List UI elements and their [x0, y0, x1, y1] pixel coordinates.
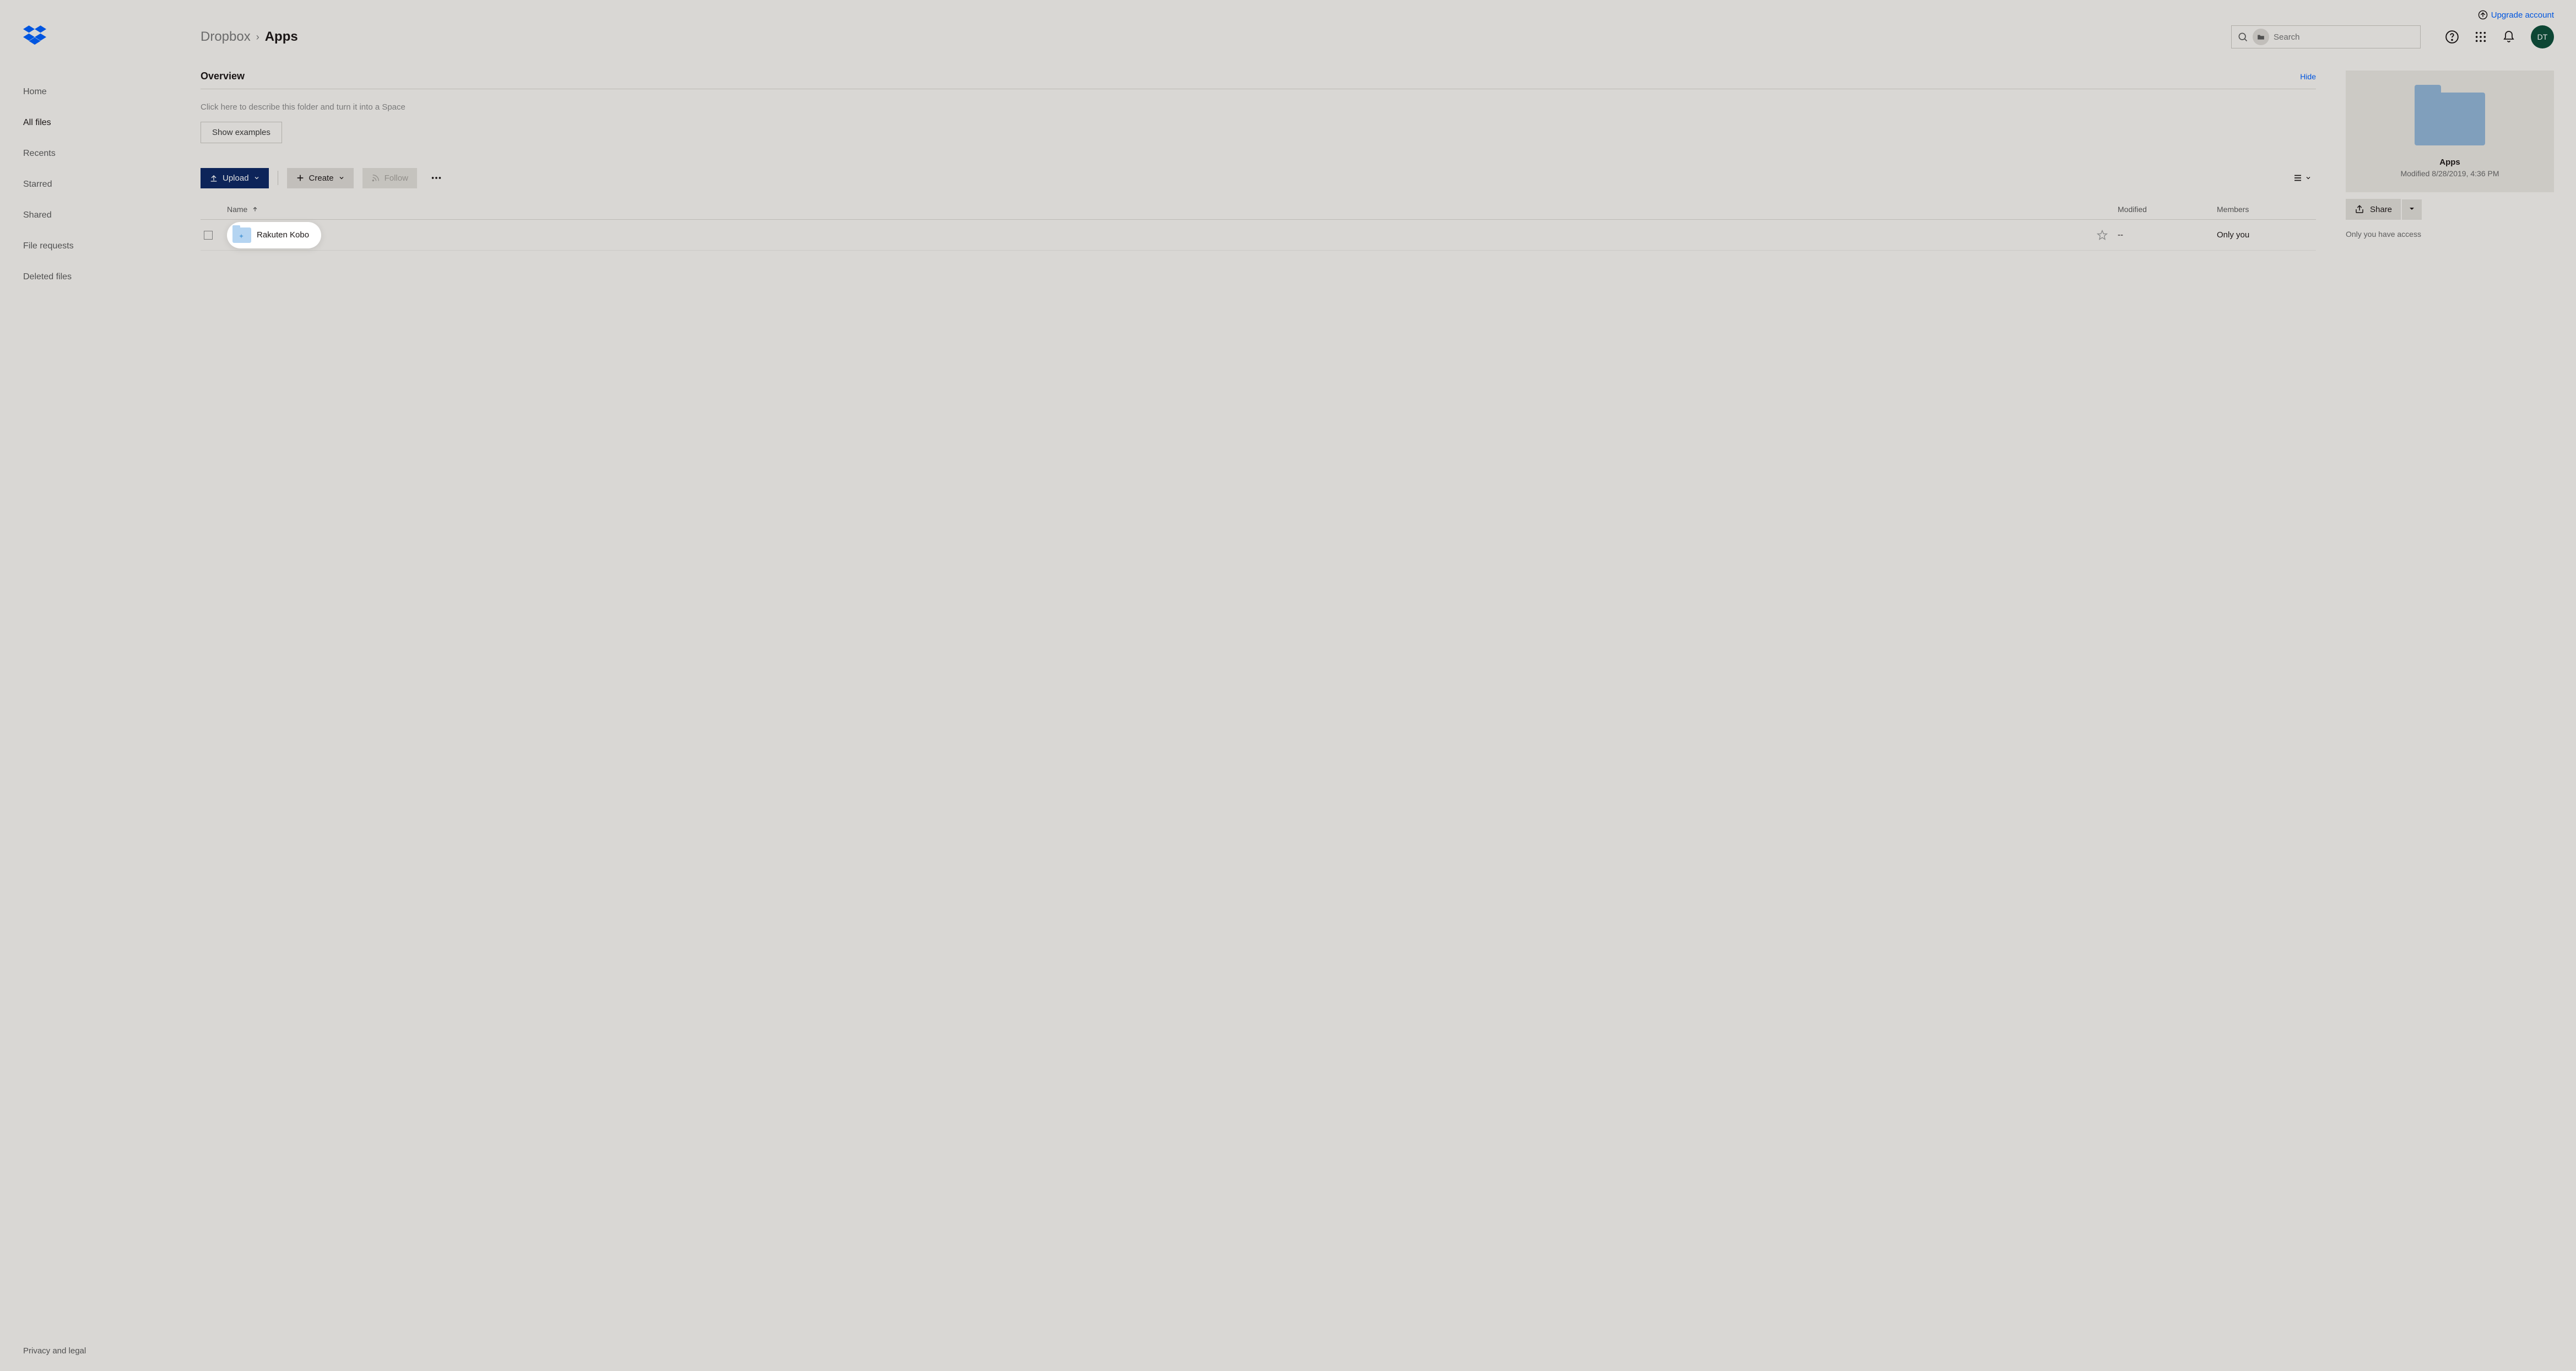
- sidebar-item-home[interactable]: Home: [23, 87, 172, 97]
- share-icon: [2355, 204, 2364, 214]
- sidebar-item-starred[interactable]: Starred: [23, 180, 172, 189]
- follow-button[interactable]: Follow: [362, 168, 417, 188]
- main-content: Upgrade account Dropbox › Apps: [172, 0, 2576, 1371]
- upload-icon: [209, 174, 218, 182]
- chevron-right-icon: ›: [256, 31, 259, 43]
- sort-asc-icon: [252, 206, 258, 213]
- row-name-cell[interactable]: ✦ Rakuten Kobo: [227, 222, 321, 248]
- breadcrumb-root[interactable]: Dropbox: [201, 29, 251, 45]
- help-button[interactable]: [2445, 30, 2459, 44]
- folder-preview-card: Apps Modified 8/28/2019, 4:36 PM: [2346, 71, 2554, 192]
- column-members[interactable]: Members: [2217, 205, 2316, 214]
- dropbox-logo[interactable]: [23, 24, 172, 48]
- column-name-label: Name: [227, 205, 247, 214]
- upgrade-icon: [2478, 10, 2488, 20]
- column-modified[interactable]: Modified: [2118, 205, 2217, 214]
- avatar[interactable]: DT: [2531, 25, 2554, 48]
- sidebar-item-shared[interactable]: Shared: [23, 210, 172, 220]
- puzzle-icon: ✦: [239, 232, 245, 239]
- row-members: Only you: [2217, 230, 2316, 240]
- list-view-icon: [2293, 173, 2303, 183]
- column-name[interactable]: Name: [227, 205, 2118, 214]
- breadcrumb: Dropbox › Apps: [201, 29, 2220, 45]
- overview-title: Overview: [201, 71, 245, 82]
- chevron-down-icon: [2305, 175, 2312, 181]
- overview-hide-link[interactable]: Hide: [2300, 72, 2316, 81]
- create-button[interactable]: Create: [287, 168, 354, 188]
- search-bar[interactable]: [2231, 25, 2421, 48]
- share-button[interactable]: Share: [2346, 199, 2401, 220]
- apps-grid-icon: [2475, 31, 2487, 43]
- upload-label: Upload: [223, 174, 249, 183]
- upgrade-label: Upgrade account: [2491, 10, 2554, 20]
- sidebar-item-file-requests[interactable]: File requests: [23, 241, 172, 251]
- star-button[interactable]: [321, 230, 2118, 241]
- file-table: Name Modified Members ✦: [201, 199, 2316, 251]
- follow-label: Follow: [385, 174, 408, 183]
- preview-title: Apps: [2439, 158, 2460, 167]
- share-label: Share: [2370, 205, 2392, 214]
- star-icon: [2097, 230, 2108, 241]
- sidebar-item-recents[interactable]: Recents: [23, 149, 172, 159]
- caret-down-icon: [2409, 205, 2415, 212]
- folder-preview-icon: [2415, 93, 2485, 145]
- apps-grid-button[interactable]: [2475, 31, 2487, 43]
- view-options-button[interactable]: [2288, 169, 2316, 187]
- table-row[interactable]: ✦ Rakuten Kobo -- Only you: [201, 220, 2316, 251]
- row-modified: --: [2118, 230, 2217, 240]
- chevron-down-icon: [338, 175, 345, 181]
- access-text: Only you have access: [2346, 230, 2554, 239]
- details-panel: Apps Modified 8/28/2019, 4:36 PM Share O…: [2346, 71, 2554, 251]
- overview-description[interactable]: Click here to describe this folder and t…: [201, 102, 2316, 112]
- plus-icon: [296, 174, 305, 182]
- upload-button[interactable]: Upload: [201, 168, 269, 188]
- preview-modified: Modified 8/28/2019, 4:36 PM: [2400, 169, 2499, 178]
- share-options-button[interactable]: [2402, 199, 2422, 220]
- breadcrumb-current: Apps: [265, 29, 298, 45]
- sidebar-item-all-files[interactable]: All files: [23, 118, 172, 128]
- sidebar-item-deleted-files[interactable]: Deleted files: [23, 272, 172, 282]
- row-name-label: Rakuten Kobo: [257, 230, 309, 240]
- row-checkbox[interactable]: [204, 231, 213, 240]
- create-label: Create: [309, 174, 334, 183]
- bell-icon: [2502, 30, 2515, 44]
- folder-icon: ✦: [232, 227, 251, 243]
- search-icon: [2237, 31, 2248, 42]
- folder-icon: [2257, 34, 2265, 40]
- ellipsis-icon: [430, 172, 442, 184]
- rss-icon: [371, 174, 380, 182]
- notifications-button[interactable]: [2502, 30, 2515, 44]
- search-scope-toggle[interactable]: [2253, 29, 2269, 45]
- search-input[interactable]: [2274, 32, 2415, 42]
- sidebar: Home All files Recents Starred Shared Fi…: [0, 0, 172, 1371]
- privacy-legal-link[interactable]: Privacy and legal: [23, 1346, 172, 1371]
- upgrade-account-link[interactable]: Upgrade account: [2478, 10, 2554, 20]
- show-examples-button[interactable]: Show examples: [201, 122, 282, 143]
- help-icon: [2445, 30, 2459, 44]
- chevron-down-icon: [253, 175, 260, 181]
- more-actions-button[interactable]: [426, 167, 447, 188]
